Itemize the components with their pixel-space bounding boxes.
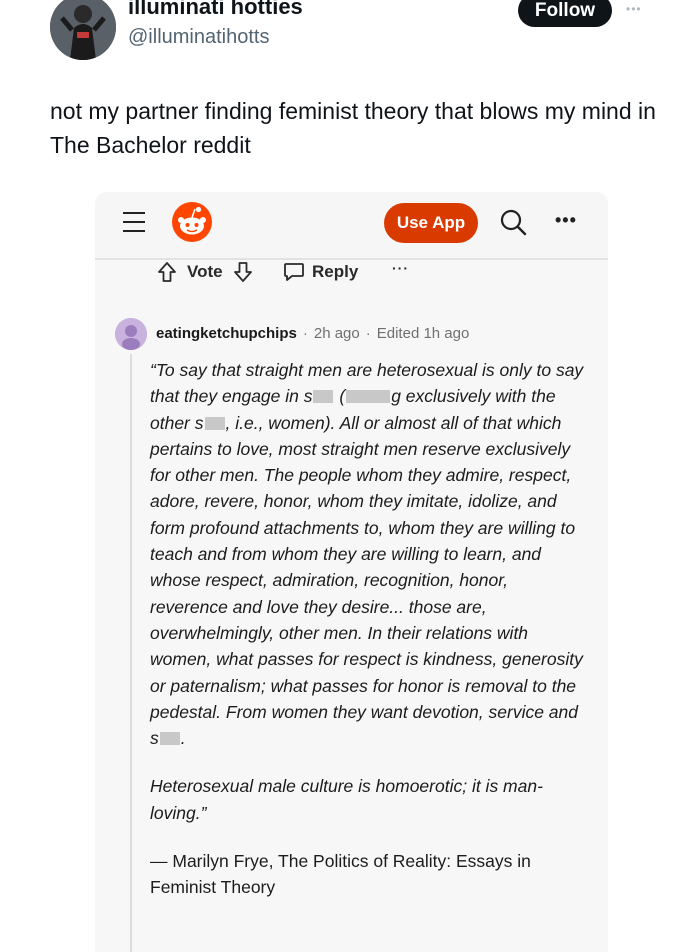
comment-time: 2h ago (313, 325, 360, 342)
ellipsis-icon[interactable]: ••• (626, 2, 642, 16)
meta-separator: · (302, 325, 308, 342)
comment-action-row: Vote Reply ··· (95, 258, 608, 288)
censor-blur (313, 390, 334, 404)
search-icon[interactable] (499, 208, 527, 236)
user-handle[interactable]: @illuminatihotts (128, 26, 269, 49)
display-name[interactable]: illuminati hotties (128, 0, 303, 20)
downvote-icon[interactable] (233, 261, 253, 283)
comment-meta: eatingketchupchips · 2h ago · Edited 1h ago (156, 325, 469, 342)
thread-line[interactable] (130, 354, 132, 952)
reddit-topbar: Use App ••• (95, 192, 608, 260)
quote-text: ( (334, 386, 346, 407)
profile-avatar[interactable] (50, 0, 116, 60)
reddit-snoo-icon (172, 202, 212, 242)
upvote-icon[interactable] (157, 261, 177, 283)
quote-text: . (180, 728, 186, 749)
reddit-screenshot: Use App ••• Vote Reply ··· eatingketchup… (95, 192, 608, 952)
meta-separator: · (365, 325, 371, 342)
hamburger-icon (123, 212, 145, 234)
quote-paragraph-2: Heterosexual male culture is homoerotic;… (150, 776, 543, 823)
reply-button[interactable]: Reply (312, 262, 358, 282)
quote-paragraph-1: “To say that straight men are heterosexu… (150, 357, 590, 751)
censor-blur (159, 732, 180, 746)
vote-label: Vote (187, 262, 223, 281)
reply-icon[interactable] (283, 262, 305, 282)
comment-more-button[interactable]: ··· (392, 260, 409, 276)
censor-blur (346, 390, 391, 404)
comment-body: “To say that straight men are heterosexu… (150, 357, 590, 901)
quote-text: , i.e., women). All or almost all of tha… (150, 412, 583, 749)
follow-button[interactable]: Follow (518, 0, 612, 27)
use-app-button[interactable]: Use App (384, 203, 478, 243)
comment-username[interactable]: eatingketchupchips (156, 325, 297, 342)
tweet-text: not my partner finding feminist theory t… (50, 98, 656, 158)
comment-edited: Edited 1h ago (376, 325, 470, 342)
commenter-avatar[interactable] (115, 318, 147, 350)
censor-blur (204, 416, 225, 430)
quote-attribution: — Marilyn Frye, The Politics of Reality:… (150, 851, 531, 898)
ellipsis-icon[interactable]: ••• (555, 210, 577, 231)
